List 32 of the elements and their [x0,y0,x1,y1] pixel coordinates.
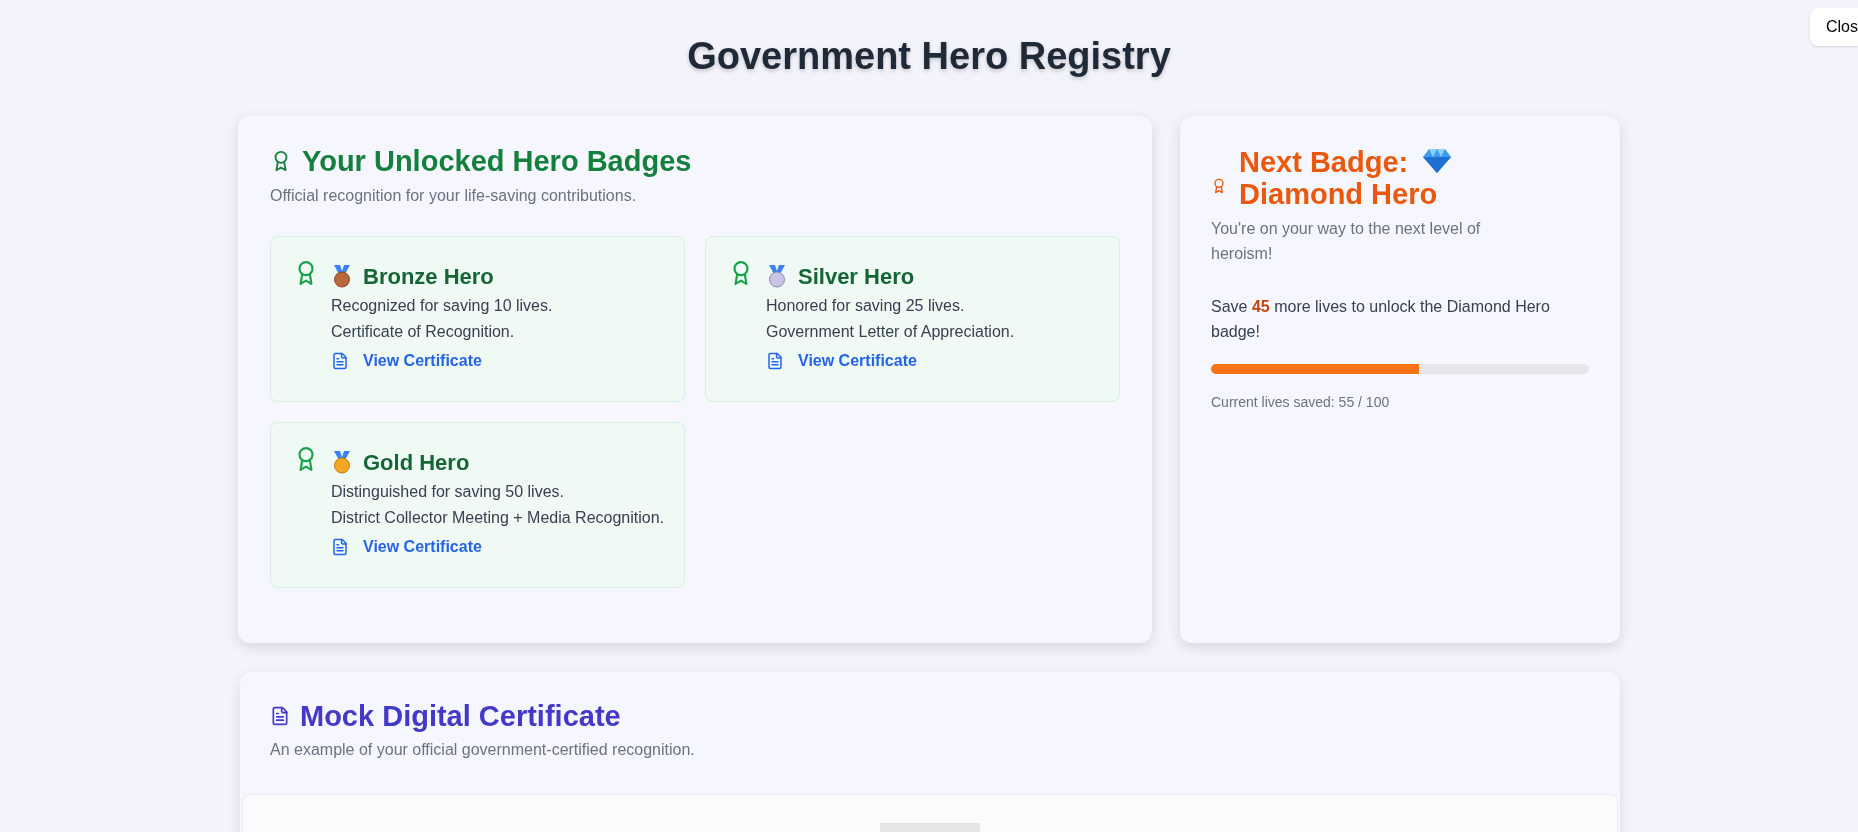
view-certificate-link[interactable]: View Certificate [331,349,553,373]
badge-name: Diamond Hero [1239,178,1438,210]
progress-caption: Current lives saved: 55 / 100 [1211,393,1391,412]
badge-title: Bronze Hero [363,262,494,291]
medal-icon [766,264,788,288]
card-title: Mock Digital Certificate [300,699,621,734]
page-title: Government Hero Registry [687,34,1171,79]
document-icon [270,705,290,727]
badge-description: Recognized for saving 10 lives. [331,296,553,316]
card-subtitle: An example of your official government-certified recognition. [269,740,696,760]
medal-icon [331,450,353,474]
document-icon [331,538,349,556]
progress-message: Save 45 more lives to unlock the Diamond Hero badge! [1211,297,1551,342]
card-title: Your Unlocked Hero Badges [302,144,692,179]
view-certificate-link[interactable]: View Certificate [766,349,1015,373]
diamond-icon [1422,148,1453,174]
badge-title: Gold Hero [363,448,470,477]
badge-description: Honored for saving 25 lives. [766,296,966,316]
close-button[interactable]: Clos [1810,8,1858,46]
ribbon-icon [1211,176,1227,196]
view-certificate-link[interactable]: View Certificate [331,535,665,559]
badge-description: Certificate of Recognition. [331,322,516,342]
medal-icon [331,264,353,288]
card-title: Next Badge: [1239,146,1409,178]
card-subtitle: Official recognition for your life-saving contributions. [270,186,638,206]
badge-description: Government Letter of Appreciation. [766,322,1015,342]
badge-title: Silver Hero [798,262,915,291]
card-subtitle: You're on your way to the next level of heroism! [1211,219,1482,264]
badge-description: District Collector Meeting + Media Recognition. [331,508,665,528]
document-icon [766,352,784,370]
document-icon [331,352,349,370]
badge-description: Distinguished for saving 50 lives. [331,482,565,502]
